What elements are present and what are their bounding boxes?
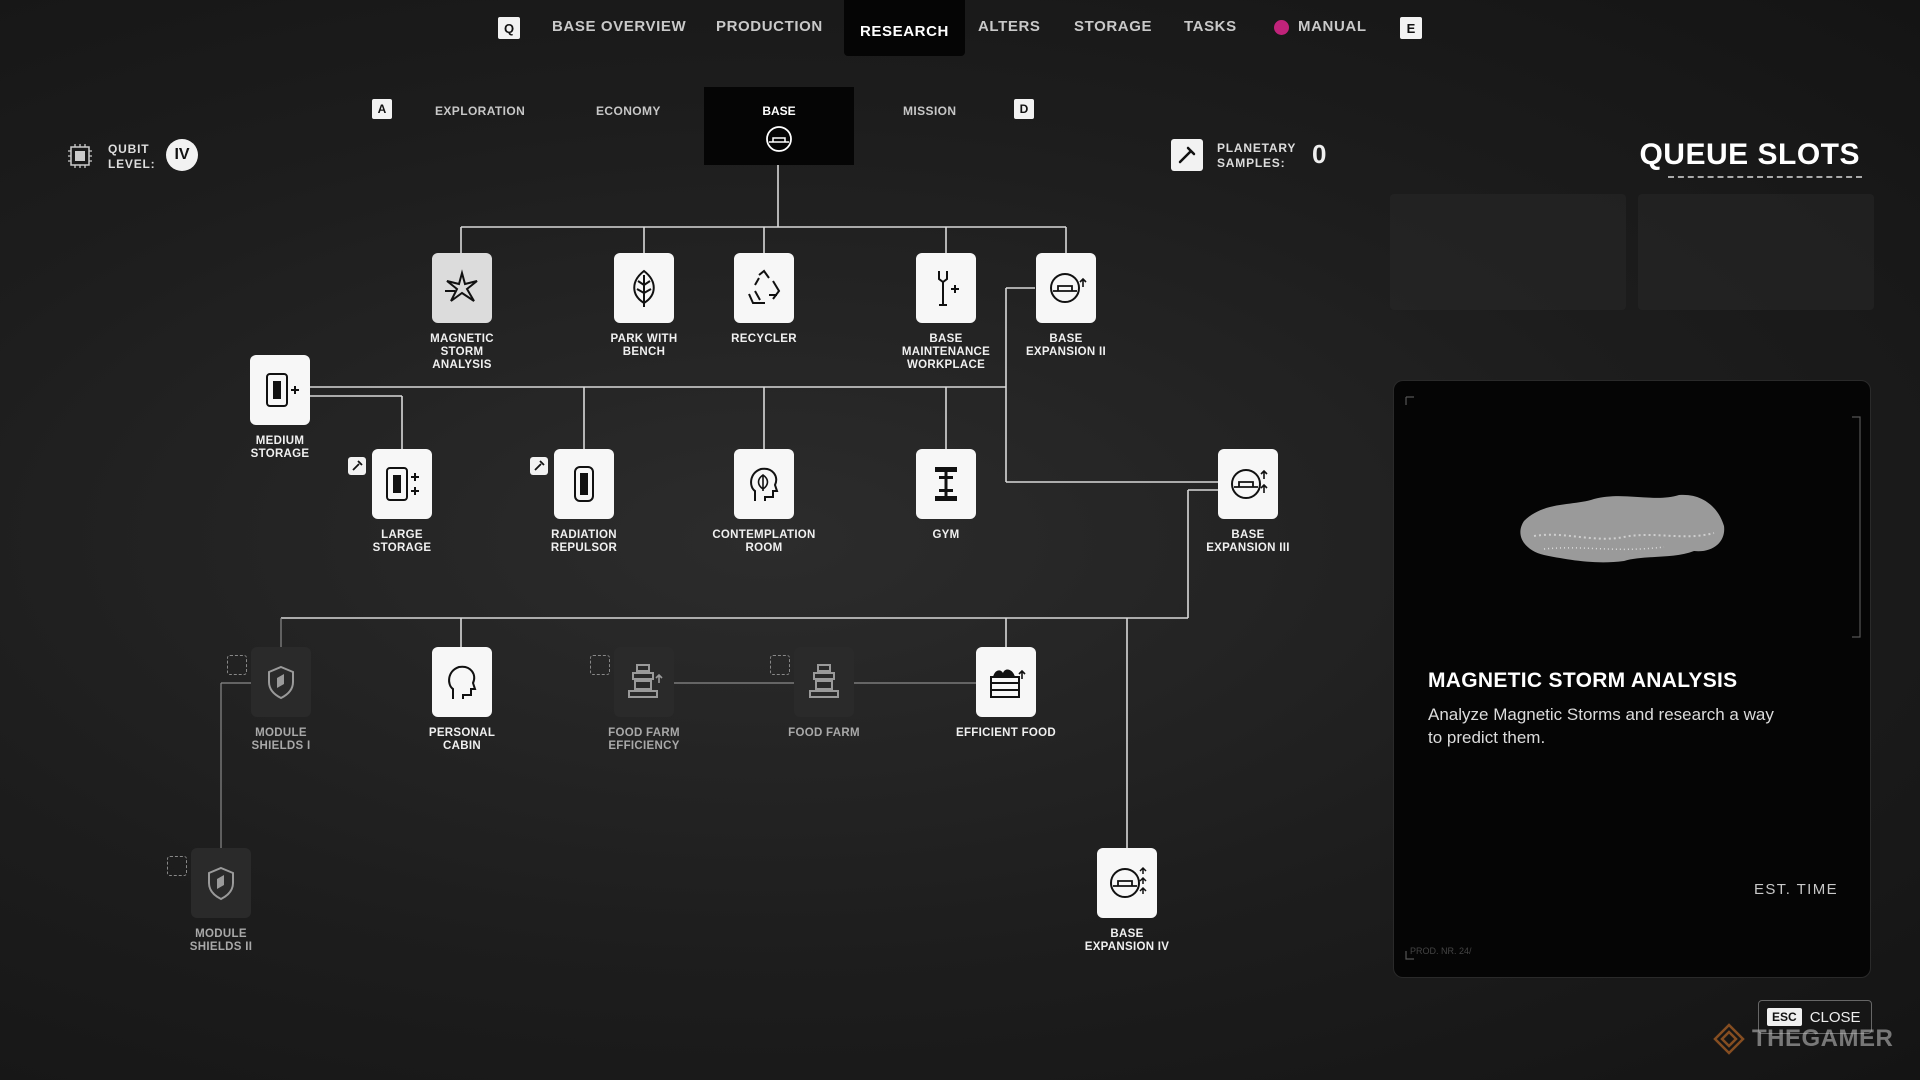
label-gym: GYM (932, 529, 960, 541)
label-magnetic-storm-analysis: MAGNETIC STORM ANALYSIS (430, 333, 494, 371)
node-base-expansion-iii[interactable] (1218, 449, 1278, 519)
node-medium-storage[interactable] (250, 355, 310, 425)
label-module-shields-i: MODULE SHIELDS I (251, 727, 311, 752)
storm-spark-icon (445, 269, 478, 302)
storage-plus-icon (266, 373, 299, 407)
label-radiation-repulsor: RADIATION REPULSOR (550, 529, 618, 554)
dumbbell-icon (935, 467, 957, 501)
shield-icon (208, 866, 234, 901)
label-base-expansion-iv: BASE EXPANSION IV (1084, 928, 1170, 953)
storage-double-plus-icon (386, 467, 419, 501)
detail-panel: MAGNETIC STORM ANALYSIS Analyze Magnetic… (1393, 380, 1871, 978)
food-farm-icon (809, 664, 839, 698)
watermark-logo-icon (1713, 1023, 1745, 1055)
locked-slot-marker (227, 655, 247, 675)
node-base-expansion-iv[interactable] (1097, 848, 1157, 918)
leaf-icon (633, 269, 655, 307)
head-profile-icon (448, 665, 477, 699)
next-tab-key[interactable]: E (1400, 17, 1422, 39)
label-base-maintenance-workplace: BASE MAINTENANCE WORKPLACE (901, 333, 991, 371)
label-contemplation-room: CONTEMPLATION ROOM (712, 529, 816, 554)
locked-slot-marker (770, 655, 790, 675)
label-large-storage: LARGE STORAGE (372, 529, 432, 554)
detail-title: MAGNETIC STORM ANALYSIS (1428, 669, 1738, 692)
expansion-globe-icon (1231, 469, 1268, 499)
queue-slot-2[interactable] (1638, 194, 1874, 310)
label-food-farm: FOOD FARM (788, 727, 860, 739)
expansion-globe-icon (1050, 273, 1087, 303)
label-base-expansion-iii: BASE EXPANSION III (1206, 529, 1290, 554)
label-medium-storage: MEDIUM STORAGE (250, 435, 310, 460)
node-module-shields-i[interactable] (251, 647, 311, 717)
detail-description: Analyze Magnetic Storms and research a w… (1428, 705, 1774, 747)
label-efficient-food: EFFICIENT FOOD (955, 727, 1057, 739)
node-recycler[interactable] (734, 253, 794, 323)
queue-slots-title: QUEUE SLOTS (1639, 138, 1860, 171)
node-large-storage[interactable] (372, 449, 432, 519)
panel-footer-code: PROD. NR. 24/ (1410, 946, 1472, 956)
node-gym[interactable] (916, 449, 976, 519)
label-base-expansion-ii: BASE EXPANSION II (1025, 333, 1107, 358)
node-personal-cabin[interactable] (432, 647, 492, 717)
storm-map-image (1520, 494, 1725, 563)
expansion-globe-icon (1110, 866, 1147, 898)
node-park-with-bench[interactable] (614, 253, 674, 323)
node-efficient-food[interactable] (976, 647, 1036, 717)
node-magnetic-storm-analysis[interactable] (432, 253, 492, 323)
label-module-shields-ii: MODULE SHIELDS II (189, 928, 253, 953)
wrench-plus-icon (938, 271, 959, 306)
node-food-farm[interactable] (794, 647, 854, 717)
label-recycler: RECYCLER (731, 333, 797, 345)
locked-slot-marker (167, 856, 187, 876)
node-food-farm-efficiency[interactable] (614, 647, 674, 717)
label-personal-cabin: PERSONAL CABIN (428, 727, 496, 752)
node-radiation-repulsor[interactable] (554, 449, 614, 519)
food-crate-icon (990, 669, 1026, 698)
watermark-text: THEGAMER (1752, 1025, 1894, 1052)
queue-title-underline (1668, 176, 1862, 178)
node-base-maintenance-workplace[interactable] (916, 253, 976, 323)
repulsor-icon (574, 466, 594, 502)
head-leaf-icon (750, 467, 779, 501)
locked-slot-marker (590, 655, 610, 675)
shield-icon (268, 665, 294, 700)
food-farm-icon (628, 664, 663, 698)
node-base-expansion-ii[interactable] (1036, 253, 1096, 323)
watermark: THEGAMER (1712, 1022, 1893, 1056)
sample-required-icon (530, 457, 548, 475)
node-contemplation-room[interactable] (734, 449, 794, 519)
queue-slot-1[interactable] (1390, 194, 1626, 310)
node-module-shields-ii[interactable] (191, 848, 251, 918)
recycle-icon (748, 269, 781, 304)
sample-required-icon (348, 457, 366, 475)
label-park-with-bench: PARK WITH BENCH (610, 333, 678, 358)
est-time-label: EST. TIME (1754, 881, 1839, 898)
label-food-farm-efficiency: FOOD FARM EFFICIENCY (608, 727, 680, 752)
